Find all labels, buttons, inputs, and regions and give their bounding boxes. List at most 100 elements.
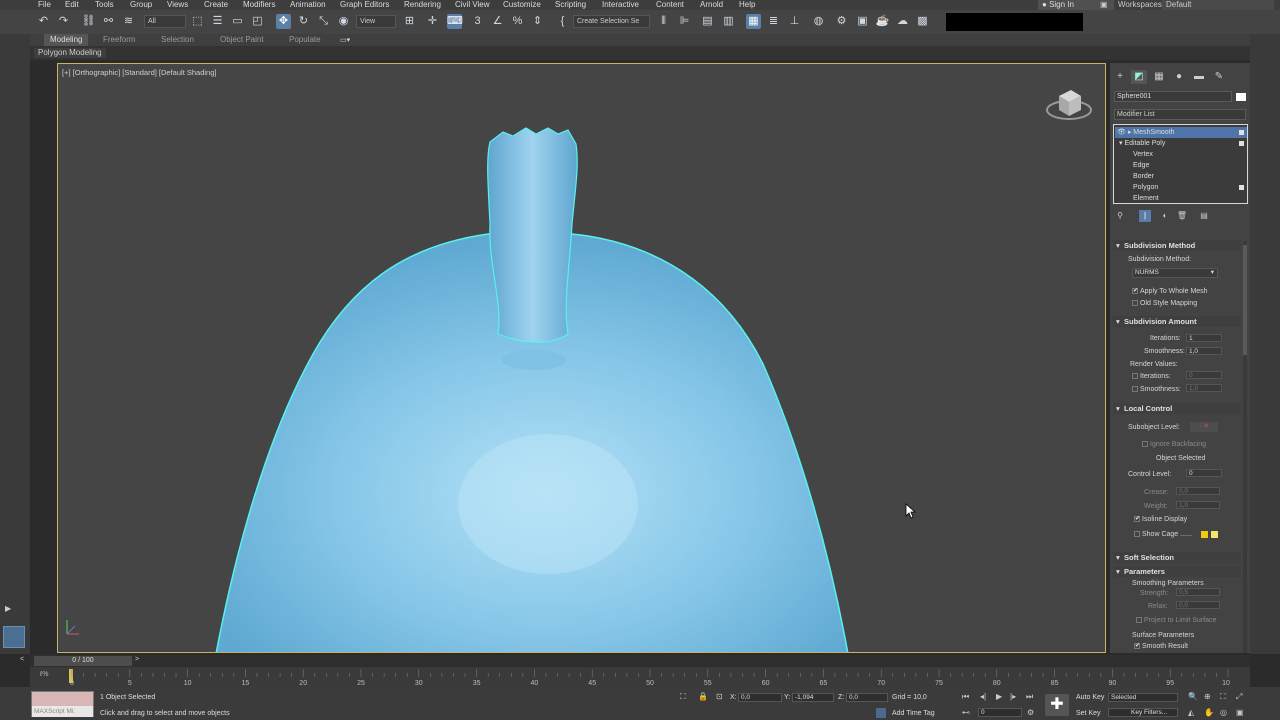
snaps-toggle-icon[interactable]: 3 <box>470 14 485 29</box>
absolute-mode-icon[interactable]: ⊡ <box>716 692 723 701</box>
isoline-display-checkbox[interactable]: ✔ Isoline Display <box>1134 515 1187 524</box>
orbit-icon[interactable]: ◎ <box>1220 708 1227 717</box>
hierarchy-tab-icon[interactable]: ▦ <box>1151 70 1167 84</box>
scrollbar-thumb[interactable] <box>1243 245 1247 355</box>
menu-tools[interactable]: Tools <box>95 0 114 10</box>
render-iterations-row[interactable]: Iterations: <box>1132 372 1171 381</box>
eye-icon[interactable]: 👁 ▸ <box>1117 129 1133 136</box>
add-time-tag-button[interactable]: Add Time Tag <box>892 709 935 718</box>
maxscript-mini-input[interactable]: MAXScript Mi: <box>32 706 93 717</box>
viewport-front[interactable]: [+] [Orthographic] [Standard] [Default S… <box>57 63 1106 653</box>
field-of-view-icon[interactable]: ◭ <box>1188 708 1194 717</box>
window-crossing-icon[interactable]: ◰ <box>250 14 265 29</box>
curve-editor-mini-icon[interactable]: ℓ% <box>40 671 49 678</box>
menu-help[interactable]: Help <box>739 0 755 10</box>
menu-create[interactable]: Create <box>204 0 228 10</box>
menu-arnold[interactable]: Arnold <box>700 0 723 10</box>
stack-item-meshsmooth[interactable]: 👁 ▸ MeshSmooth <box>1115 127 1247 138</box>
menu-edit[interactable]: Edit <box>65 0 79 10</box>
cage-color-swatch-1[interactable] <box>1201 531 1208 538</box>
stack-item-border[interactable]: Border <box>1115 171 1247 182</box>
render-smoothness-row[interactable]: Smoothness: <box>1132 385 1181 394</box>
rotate-icon[interactable]: ↻ <box>296 14 311 29</box>
bind-space-warp-icon[interactable]: ≋ <box>121 14 136 29</box>
auto-key-button[interactable]: Auto Key <box>1076 693 1104 702</box>
time-config-icon[interactable]: ⚙ <box>1027 708 1034 717</box>
stack-item-vertex[interactable]: Vertex <box>1115 149 1247 160</box>
rollout-parameters[interactable]: Parameters <box>1113 566 1241 577</box>
render-production-icon[interactable]: ☕ <box>875 14 890 29</box>
viewport-layout-icon[interactable] <box>3 626 25 648</box>
z-coordinate-field[interactable]: 0,0 <box>846 693 888 702</box>
time-tag-icon[interactable] <box>876 708 886 718</box>
time-prev-icon[interactable]: < <box>20 656 30 666</box>
rectangular-selection-icon[interactable]: ▭ <box>230 14 245 29</box>
render-smoothness-spinner[interactable]: 1,0 <box>1186 384 1222 392</box>
reference-coordinate-dropdown[interactable]: View <box>356 15 396 28</box>
modifier-list-dropdown[interactable]: Modifier List <box>1114 109 1246 120</box>
panel-scrollbar[interactable] <box>1243 241 1247 653</box>
old-style-mapping-checkbox[interactable]: Old Style Mapping <box>1132 299 1197 308</box>
arnold-icon[interactable]: ▩ <box>915 14 930 29</box>
key-mode-icon[interactable]: ⊷ <box>962 708 970 717</box>
subobject-level-icons[interactable]: ◦ ✕ <box>1190 422 1218 432</box>
stack-toggle[interactable] <box>1239 130 1244 135</box>
motion-tab-icon[interactable]: ● <box>1171 70 1187 84</box>
relax-spinner[interactable]: 0,0 <box>1176 601 1220 609</box>
utilities-tab-icon[interactable]: ✎ <box>1211 70 1227 84</box>
create-selection-set-dropdown[interactable]: Create Selection Se <box>573 15 650 28</box>
menu-group[interactable]: Group <box>130 0 152 10</box>
zoom-icon[interactable]: 🔍 <box>1188 692 1198 701</box>
remove-modifier-icon[interactable]: 🗑 <box>1176 210 1188 222</box>
x-coordinate-field[interactable]: 0,0 <box>738 693 782 702</box>
next-frame-icon[interactable]: |▸ <box>1010 692 1016 701</box>
angle-snap-icon[interactable]: ∠ <box>490 14 505 29</box>
toggle-ribbon-icon[interactable]: ▦ <box>746 14 761 29</box>
align-icon[interactable]: ⊫ <box>677 14 692 29</box>
ribbon-options-icon[interactable]: ▭▾ <box>340 36 352 44</box>
render-setup-icon[interactable]: ⚙ <box>834 14 849 29</box>
go-to-start-icon[interactable]: ⏮ <box>962 692 969 701</box>
lock-selection-icon[interactable]: 🔒 <box>698 692 708 701</box>
help-icon[interactable]: ▣ <box>1100 0 1108 9</box>
tab-modeling[interactable]: Modeling <box>44 34 89 46</box>
rollout-local-control[interactable]: Local Control <box>1113 403 1241 414</box>
track-bar[interactable]: ℓ% 0 5 10 15 20 25 30 35 40 45 50 55 60 65 70 75 80 85 90 9… <box>30 667 1250 687</box>
menu-customize[interactable]: Customize <box>503 0 541 10</box>
mirror-icon[interactable]: ⫴ <box>656 14 671 29</box>
key-filters-button[interactable]: Key Filters... <box>1108 708 1178 717</box>
crease-spinner[interactable]: 0,0 <box>1176 487 1220 495</box>
zoom-extents-all-icon[interactable]: ⤢ <box>1236 692 1242 701</box>
layer-explorer-icon[interactable]: ▥ <box>721 14 736 29</box>
current-frame-field[interactable]: 0 <box>978 708 1022 717</box>
stack-item-edge[interactable]: Edge <box>1115 160 1247 171</box>
menu-views[interactable]: Views <box>167 0 188 10</box>
stack-item-polygon[interactable]: Polygon <box>1115 182 1247 193</box>
scene-explorer-icon[interactable]: ▤ <box>700 14 715 29</box>
stack-toggle[interactable] <box>1239 141 1244 146</box>
menu-rendering[interactable]: Rendering <box>404 0 441 10</box>
link-icon[interactable]: ⛓ <box>81 14 96 29</box>
undo-icon[interactable]: ↶ <box>36 14 51 29</box>
tab-freeform[interactable]: Freeform <box>97 34 141 46</box>
play-viewport-icon[interactable]: ▶ <box>5 604 17 616</box>
rollout-soft-selection[interactable]: Soft Selection <box>1113 552 1241 563</box>
object-color-swatch[interactable] <box>1236 93 1246 101</box>
menu-file[interactable]: File <box>38 0 51 10</box>
previous-frame-icon[interactable]: ◂| <box>980 692 986 701</box>
smoothness-spinner[interactable]: 1,0 <box>1186 347 1222 355</box>
project-limit-surface-checkbox[interactable]: Project to Limit Surface <box>1136 616 1216 625</box>
rollout-subdivision-amount[interactable]: Subdivision Amount <box>1113 316 1241 327</box>
ignore-backfacing-checkbox[interactable]: Ignore Backfacing <box>1142 440 1206 449</box>
render-cloud-icon[interactable]: ☁ <box>895 14 910 29</box>
select-by-name-icon[interactable]: ☰ <box>210 14 225 29</box>
configure-sets-icon[interactable]: ▤ <box>1198 210 1210 222</box>
menu-civil-view[interactable]: Civil View <box>455 0 490 10</box>
selection-filter-dropdown[interactable]: All <box>144 15 186 28</box>
scale-icon[interactable]: ⤡ <box>316 14 331 29</box>
schematic-view-icon[interactable]: ⊥ <box>787 14 802 29</box>
isolate-selection-icon[interactable]: ⛶ <box>680 692 686 701</box>
tab-selection[interactable]: Selection <box>155 34 200 46</box>
apply-whole-mesh-checkbox[interactable]: ✔ Apply To Whole Mesh <box>1132 287 1208 296</box>
rendered-frame-window-icon[interactable]: ▣ <box>855 14 870 29</box>
